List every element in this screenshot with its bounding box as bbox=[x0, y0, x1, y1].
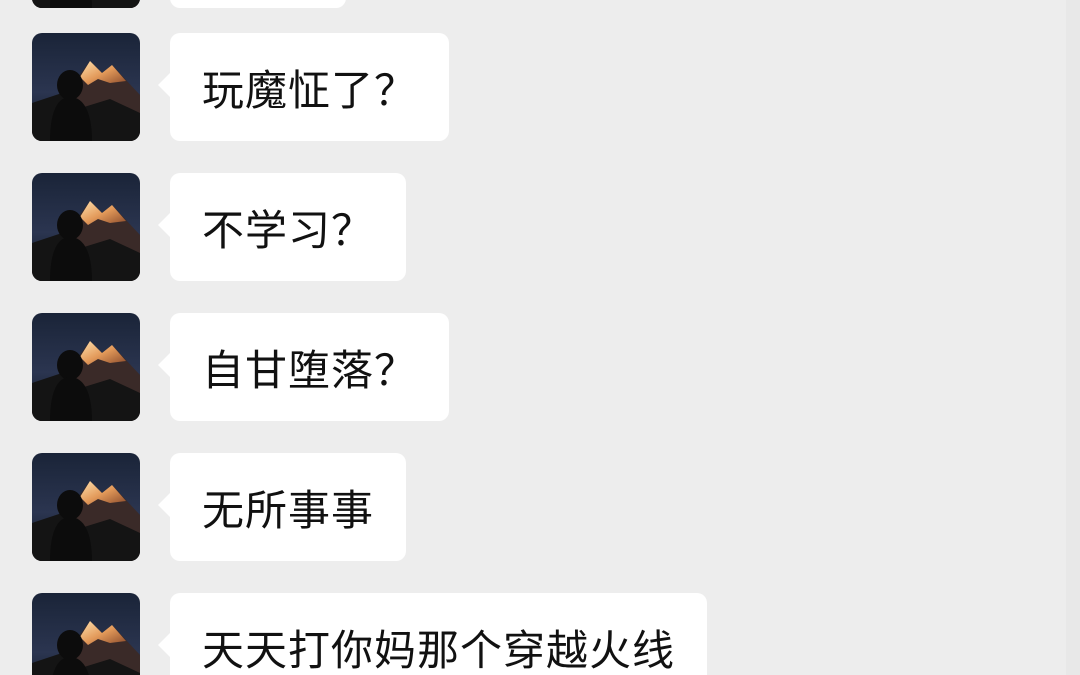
message-bubble[interactable] bbox=[170, 0, 346, 8]
avatar[interactable] bbox=[32, 313, 140, 421]
message-row: 天天打你妈那个穿越火线 bbox=[32, 593, 708, 675]
avatar-mountain-icon bbox=[32, 453, 140, 561]
message-row: 自甘堕落？ bbox=[32, 313, 450, 421]
scrollbar[interactable] bbox=[1066, 0, 1080, 675]
avatar-mountain-icon bbox=[32, 313, 140, 421]
message-bubble[interactable]: 自甘堕落？ bbox=[157, 313, 450, 421]
message-text: 天天打你妈那个穿越火线 bbox=[202, 625, 676, 675]
message-row: 玩魔怔了？ bbox=[32, 33, 450, 141]
avatar-mountain-icon bbox=[32, 593, 140, 675]
avatar[interactable] bbox=[32, 173, 140, 281]
message-text: 自甘堕落？ bbox=[202, 345, 418, 395]
message-row: 无所事事 bbox=[32, 453, 407, 561]
avatar[interactable] bbox=[32, 33, 140, 141]
chat-window: 玩魔怔了？ 不学习？ 自甘堕落？ 无所事事 天天打你妈那个穿越火线 bbox=[0, 0, 1080, 675]
message-bubble[interactable]: 玩魔怔了？ bbox=[157, 33, 450, 141]
message-row: 不学习？ bbox=[32, 173, 407, 281]
avatar[interactable] bbox=[32, 593, 140, 675]
avatar-mountain-icon bbox=[32, 0, 140, 8]
message-row-partial bbox=[32, 0, 346, 8]
avatar-mountain-icon bbox=[32, 173, 140, 281]
message-text: 无所事事 bbox=[202, 485, 375, 535]
message-text: 不学习？ bbox=[202, 205, 375, 255]
avatar[interactable] bbox=[32, 0, 140, 8]
message-bubble[interactable]: 不学习？ bbox=[157, 173, 407, 281]
message-text: 玩魔怔了？ bbox=[202, 65, 418, 115]
avatar[interactable] bbox=[32, 453, 140, 561]
message-bubble[interactable]: 无所事事 bbox=[157, 453, 407, 561]
avatar-mountain-icon bbox=[32, 33, 140, 141]
message-bubble[interactable]: 天天打你妈那个穿越火线 bbox=[157, 593, 708, 675]
